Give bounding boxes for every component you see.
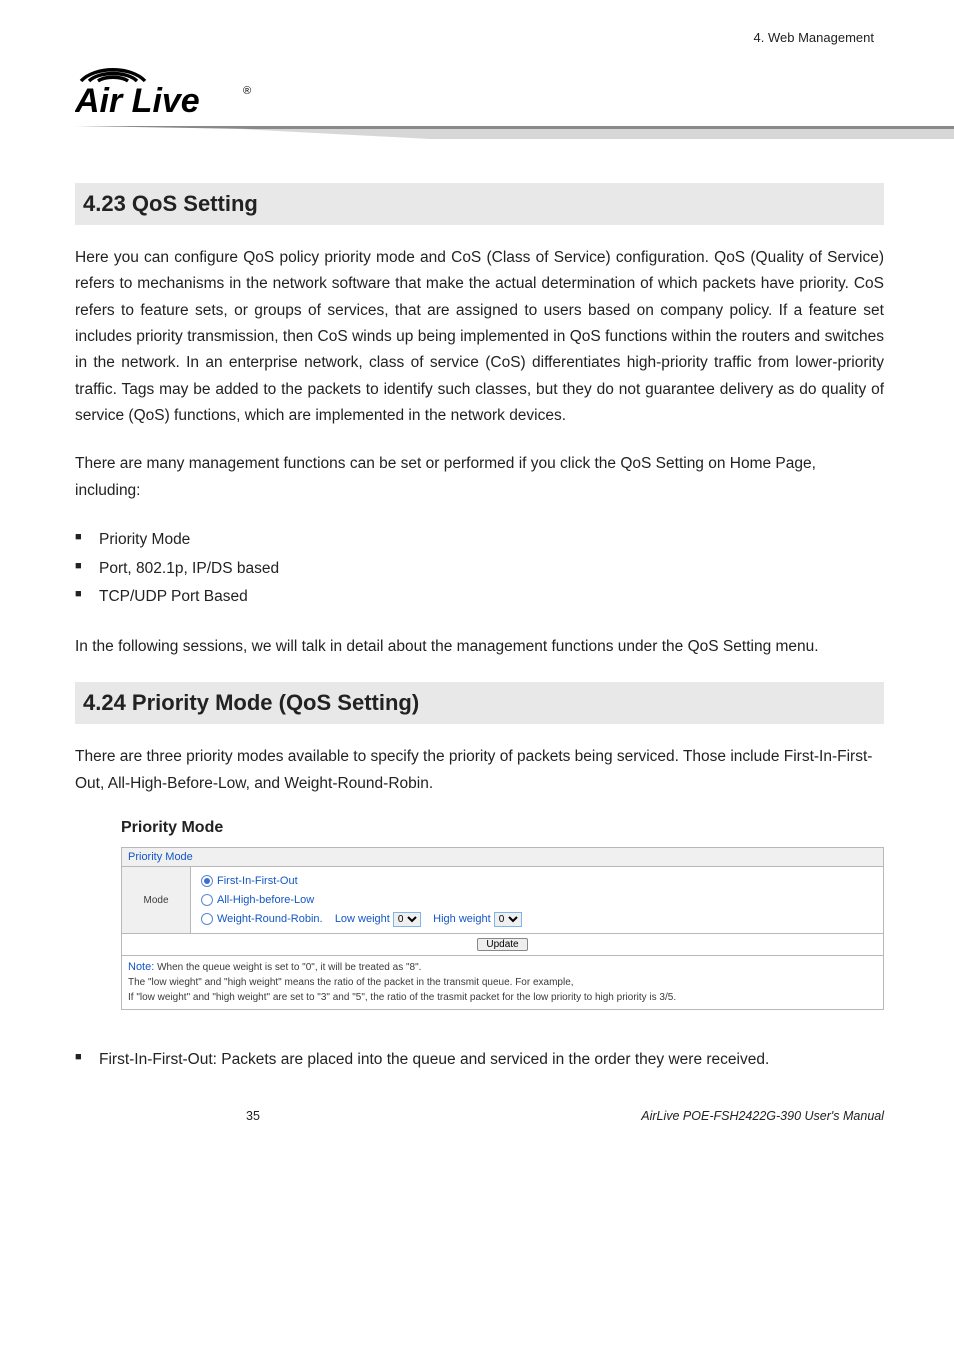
high-weight-select[interactable]: 0 [494, 912, 522, 927]
feature-list: Priority Mode Port, 802.1p, IP/DS based … [75, 526, 884, 612]
brand-logo: Air Live ® [75, 62, 884, 120]
paragraph: There are three priority modes available… [75, 744, 884, 797]
feature-list: First-In-First-Out: Packets are placed i… [75, 1046, 884, 1075]
svg-text:®: ® [243, 85, 251, 97]
svg-text:Air Live: Air Live [75, 82, 200, 120]
radio-option-fifo[interactable]: First-In-First-Out [201, 872, 873, 891]
low-weight-select[interactable]: 0 [393, 912, 421, 927]
mode-label: Mode [122, 867, 191, 933]
panel-header: Priority Mode [122, 848, 883, 867]
radio-option-wrr[interactable]: Weight-Round-Robin. Low weight 0 High we… [201, 910, 873, 929]
section-title-4-23: 4.23 QoS Setting [75, 183, 884, 225]
manual-name: AirLive POE-FSH2422G-390 User's Manual [431, 1109, 884, 1123]
radio-option-allhigh[interactable]: All-High-before-Low [201, 891, 873, 910]
header-swoosh [0, 126, 954, 148]
chapter-label: 4. Web Management [754, 30, 874, 45]
paragraph: In the following sessions, we will talk … [75, 634, 884, 660]
page-footer: 35 AirLive POE-FSH2422G-390 User's Manua… [75, 1109, 884, 1123]
radio-icon [201, 894, 213, 906]
list-item: TCP/UDP Port Based [75, 583, 884, 612]
list-item: Priority Mode [75, 526, 884, 555]
list-item: Port, 802.1p, IP/DS based [75, 555, 884, 584]
update-button[interactable]: Update [477, 938, 527, 951]
section-title-4-24: 4.24 Priority Mode (QoS Setting) [75, 682, 884, 724]
paragraph: There are many management functions can … [75, 451, 884, 504]
radio-icon [201, 913, 213, 925]
list-item: First-In-First-Out: Packets are placed i… [75, 1046, 884, 1075]
subheading-priority-mode: Priority Mode [121, 819, 884, 837]
radio-icon [201, 875, 213, 887]
priority-mode-panel: Priority Mode Mode First-In-First-Out Al… [121, 847, 884, 1010]
note-text: Note: When the queue weight is set to "0… [122, 956, 883, 1009]
page-number: 35 [75, 1109, 431, 1123]
paragraph: Here you can configure QoS policy priori… [75, 245, 884, 429]
